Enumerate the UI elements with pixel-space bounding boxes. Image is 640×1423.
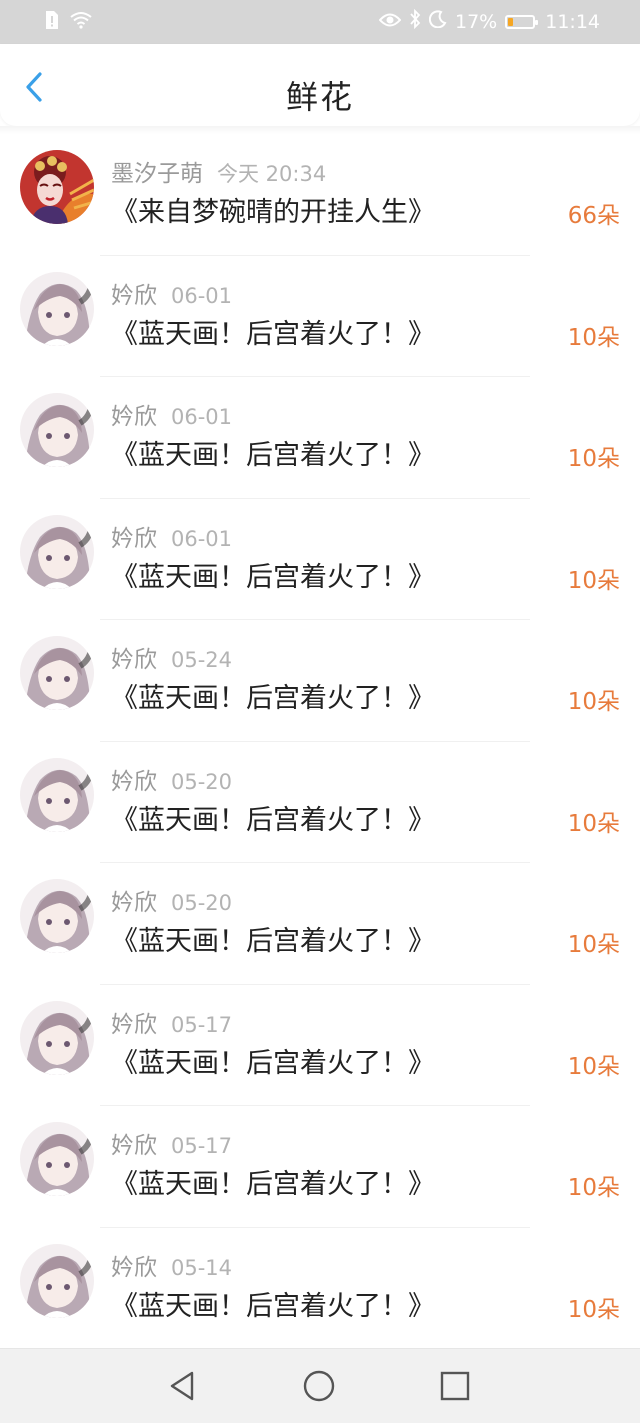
list-item[interactable]: 妗欣 05-17 《蓝天画！后宫着火了！》 10朵 xyxy=(0,1106,640,1228)
flower-amount: 10朵 xyxy=(567,810,620,837)
flower-amount: 10朵 xyxy=(567,932,620,958)
flower-amount: 10朵 xyxy=(567,324,620,351)
battery-percent: 17% xyxy=(455,10,498,33)
back-triangle-icon xyxy=(170,1371,194,1401)
avatar[interactable] xyxy=(20,514,94,589)
recents-square-icon xyxy=(440,1371,470,1401)
battery-icon xyxy=(505,14,539,29)
moon-icon xyxy=(428,10,447,33)
user-name-text: 妗欣 xyxy=(111,525,157,552)
user-name: 妗欣 05-20 xyxy=(111,883,232,917)
flower-amount: 10朵 xyxy=(567,689,620,715)
timestamp: 05-20 xyxy=(171,891,233,915)
flower-amount: 10朵 xyxy=(567,1053,620,1080)
header-divider xyxy=(0,126,640,134)
timestamp: 06-01 xyxy=(171,526,233,551)
user-name-text: 妗欣 xyxy=(111,890,157,916)
battery-fill xyxy=(508,17,513,26)
timestamp: 06-01 xyxy=(171,405,233,429)
nav-home-button[interactable] xyxy=(302,1369,336,1403)
user-name-text: 妗欣 xyxy=(111,282,157,309)
user-name-text: 妗欣 xyxy=(111,768,157,795)
book-title[interactable]: 《蓝天画！后宫着火了！》 xyxy=(111,312,435,351)
timestamp: 今天 20:34 xyxy=(217,162,327,186)
timestamp: 05-24 xyxy=(171,648,233,672)
nav-back-button[interactable] xyxy=(166,1369,200,1403)
page-title: 鲜花 xyxy=(285,78,354,116)
book-title[interactable]: 《蓝天画！后宫着火了！》 xyxy=(111,1284,435,1323)
list-item[interactable]: 墨汐子萌 今天 20:34 《来自梦碗晴的开挂人生》 66朵 xyxy=(0,134,640,256)
book-title[interactable]: 《蓝天画！后宫着火了！》 xyxy=(111,676,435,715)
navigation-bar xyxy=(0,1348,640,1423)
wifi-icon xyxy=(70,11,92,33)
header: 鲜花 xyxy=(0,44,640,126)
home-circle-icon xyxy=(303,1370,335,1402)
list-item[interactable]: 妗欣 05-24 《蓝天画！后宫着火了！》 10朵 xyxy=(0,620,640,742)
avatar[interactable] xyxy=(20,1000,94,1075)
user-name: 妗欣 06-01 xyxy=(111,397,232,431)
book-title[interactable]: 《蓝天画！后宫着火了！》 xyxy=(111,433,435,472)
flower-amount: 66朵 xyxy=(567,203,620,229)
flower-amount: 10朵 xyxy=(567,1296,620,1323)
timestamp: 05-17 xyxy=(171,1134,233,1158)
user-name: 妗欣 05-20 xyxy=(111,762,232,796)
eye-icon xyxy=(378,11,402,33)
user-name-text: 妗欣 xyxy=(111,1254,157,1281)
timestamp: 05-14 xyxy=(171,1255,233,1280)
user-name-text: 妗欣 xyxy=(111,1133,157,1159)
user-name-text: 妗欣 xyxy=(111,404,157,430)
flower-amount: 10朵 xyxy=(567,1175,620,1201)
nav-recents-button[interactable] xyxy=(438,1369,472,1403)
user-name-text: 妗欣 xyxy=(111,647,157,673)
avatar[interactable] xyxy=(20,1122,94,1196)
user-name: 妗欣 06-01 xyxy=(111,276,232,310)
avatar[interactable] xyxy=(20,393,94,467)
book-title[interactable]: 《来自梦碗晴的开挂人生》 xyxy=(111,190,435,229)
timestamp: 05-17 xyxy=(171,1012,233,1037)
book-title[interactable]: 《蓝天画！后宫着火了！》 xyxy=(111,555,435,594)
avatar[interactable] xyxy=(20,757,94,832)
clock: 11:14 xyxy=(545,10,600,33)
avatar[interactable] xyxy=(20,150,94,224)
timestamp: 05-20 xyxy=(171,769,233,794)
book-title[interactable]: 《蓝天画！后宫着火了！》 xyxy=(111,798,435,837)
bluetooth-icon xyxy=(409,8,421,34)
flower-amount: 10朵 xyxy=(567,446,620,472)
user-name: 妗欣 05-24 xyxy=(111,640,232,674)
list-item[interactable]: 妗欣 05-20 《蓝天画！后宫着火了！》 10朵 xyxy=(0,742,640,863)
list-item[interactable]: 妗欣 05-17 《蓝天画！后宫着火了！》 10朵 xyxy=(0,985,640,1106)
user-name: 妗欣 06-01 xyxy=(111,519,232,553)
list-item[interactable]: 妗欣 06-01 《蓝天画！后宫着火了！》 10朵 xyxy=(0,256,640,377)
avatar[interactable] xyxy=(20,879,94,953)
user-name: 妗欣 05-17 xyxy=(111,1005,232,1039)
user-name-text: 墨汐子萌 xyxy=(111,161,203,187)
book-title[interactable]: 《蓝天画！后宫着火了！》 xyxy=(111,919,435,958)
list-item[interactable]: 妗欣 06-01 《蓝天画！后宫着火了！》 10朵 xyxy=(0,499,640,620)
user-name: 妗欣 05-17 xyxy=(111,1126,232,1160)
flower-record-list: 墨汐子萌 今天 20:34 《来自梦碗晴的开挂人生》 66朵 妗欣 06-01 《蓝天画！后… xyxy=(0,134,640,1349)
list-item[interactable]: 妗欣 05-20 《蓝天画！后宫着火了！》 10朵 xyxy=(0,863,640,985)
timestamp: 06-01 xyxy=(171,283,233,308)
book-title[interactable]: 《蓝天画！后宫着火了！》 xyxy=(111,1041,435,1080)
list-item[interactable]: 妗欣 05-14 《蓝天画！后宫着火了！》 10朵 xyxy=(0,1228,640,1349)
avatar[interactable] xyxy=(20,636,94,710)
list-item[interactable]: 妗欣 06-01 《蓝天画！后宫着火了！》 10朵 xyxy=(0,377,640,499)
flower-amount: 10朵 xyxy=(567,567,620,594)
user-name: 墨汐子萌 今天 20:34 xyxy=(111,154,326,188)
user-name-text: 妗欣 xyxy=(111,1011,157,1038)
avatar[interactable] xyxy=(20,1243,94,1318)
status-bar: 17% 11:14 xyxy=(0,0,640,44)
book-title[interactable]: 《蓝天画！后宫着火了！》 xyxy=(111,1162,435,1201)
user-name: 妗欣 05-14 xyxy=(111,1248,232,1282)
sim-alert-icon xyxy=(44,10,60,34)
avatar[interactable] xyxy=(20,271,94,346)
